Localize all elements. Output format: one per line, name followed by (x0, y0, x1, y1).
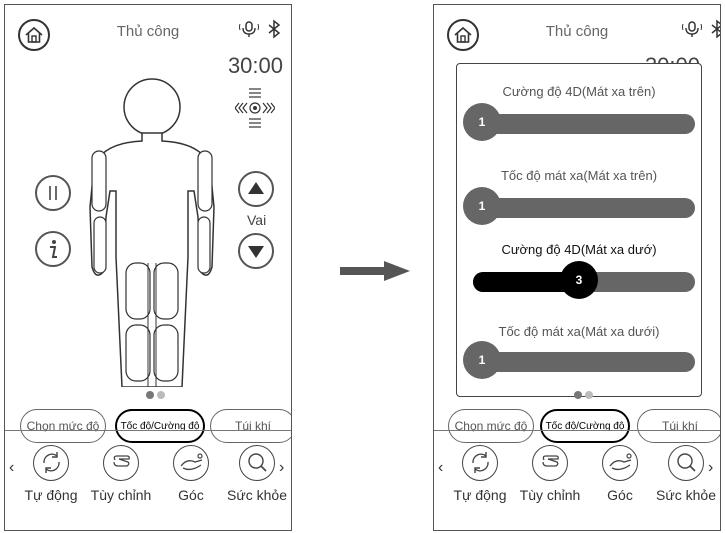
recline-icon (608, 453, 632, 471)
slider-knob[interactable]: 1 (463, 341, 501, 379)
info-icon (50, 240, 57, 258)
slider-knob[interactable]: 1 (463, 103, 501, 141)
tab-level[interactable]: Chọn mức độ (448, 409, 534, 443)
hand-icon (541, 455, 559, 467)
status-icons (682, 19, 720, 39)
slider-knob[interactable]: 3 (560, 261, 598, 299)
screen-manual: Thủ công 30:00 Vai Chọn mức độ Tốc độ/Cư… (4, 4, 292, 531)
recline-icon (179, 453, 203, 471)
triangle-up-icon (248, 182, 264, 194)
slider-knob[interactable]: 1 (463, 187, 501, 225)
nav-bar: ‹ Tự động Tùy chỉnh Góc Sức khỏe › (5, 445, 291, 525)
page-dots (574, 391, 593, 399)
info-button[interactable] (35, 231, 71, 267)
nav-prev-arrow[interactable]: ‹ (438, 459, 443, 477)
nav-label: Tùy chỉnh (519, 487, 581, 503)
nav-bar: ‹ Tự động Tùy chỉnh Góc Sức khỏe › (434, 445, 720, 525)
pause-button[interactable] (35, 175, 71, 211)
nav-next-arrow[interactable]: › (708, 459, 713, 477)
nav-health[interactable]: Sức khỏe (656, 445, 716, 503)
page-dot[interactable] (157, 391, 165, 399)
page-title: Thủ công (545, 23, 609, 40)
transition-arrow-icon (340, 261, 410, 281)
body-figure (89, 78, 215, 387)
bluetooth-icon (268, 19, 281, 39)
nav-angle[interactable]: Góc (590, 445, 650, 503)
slider-label: Cường độ 4D(Mát xa trên) (502, 84, 656, 99)
hand-icon (112, 455, 130, 467)
auto-icon (471, 452, 489, 473)
page-dot[interactable] (574, 391, 582, 399)
bluetooth-icon (711, 19, 720, 39)
page-dots (146, 391, 165, 399)
magnifier-icon (247, 453, 267, 472)
nav-label: Sức khỏe (656, 487, 716, 503)
slider-lower-massage-speed[interactable]: 1 (463, 341, 695, 379)
tab-airbag[interactable]: Túi khí (210, 409, 291, 443)
slider-label: Cường độ 4D(Mát xa dướ) (501, 242, 657, 257)
slider-label: Tốc độ mát xa(Mát xa trên) (500, 168, 658, 183)
slider-lower-4d-intensity[interactable]: 3 (473, 261, 695, 299)
auto-icon (42, 452, 60, 473)
tab-speed-intensity[interactable]: Tốc độ/Cường độ (540, 409, 630, 443)
position-up-button[interactable] (238, 171, 274, 207)
nav-angle[interactable]: Góc (161, 445, 221, 503)
pause-icon (49, 186, 57, 200)
nav-prev-arrow[interactable]: ‹ (9, 459, 14, 477)
speed-intensity-panel: Cường độ 4D(Mát xa trên) 1 Tốc độ mát xa… (456, 63, 702, 397)
timer: 30:00 (227, 53, 283, 78)
slider-upper-massage-speed[interactable]: 1 (463, 187, 695, 225)
tab-speed-intensity[interactable]: Tốc độ/Cường độ (115, 409, 205, 443)
nav-label: Tự động (24, 487, 78, 503)
tab-airbag[interactable]: Túi khí (637, 409, 720, 443)
nav-auto[interactable]: Tự động (450, 445, 510, 503)
screen-speed-intensity: Thủ công 30:00 Cường độ 4D(Mát xa trên) … (433, 4, 721, 531)
divider (5, 430, 291, 431)
page-dot[interactable] (585, 391, 593, 399)
divider (434, 430, 720, 431)
nav-auto[interactable]: Tự động (21, 445, 81, 503)
nav-custom[interactable]: Tùy chỉnh (91, 445, 151, 503)
nav-custom[interactable]: Tùy chỉnh (520, 445, 580, 503)
nav-label: Sức khỏe (227, 487, 287, 503)
microphone-icon (239, 21, 259, 37)
slider-upper-4d-intensity[interactable]: 1 (463, 103, 695, 141)
nav-label: Tùy chỉnh (90, 487, 152, 503)
microphone-icon (682, 21, 702, 37)
position-down-button[interactable] (238, 233, 274, 269)
nav-next-arrow[interactable]: › (279, 459, 284, 477)
triangle-down-icon (248, 246, 264, 258)
tab-level[interactable]: Chọn mức độ (20, 409, 106, 443)
page-dot[interactable] (146, 391, 154, 399)
magnifier-icon (676, 453, 696, 472)
nav-label: Tự động (453, 487, 507, 503)
slider-label: Tốc độ mát xa(Mát xa dưới) (498, 324, 660, 339)
nav-health[interactable]: Sức khỏe (227, 445, 287, 503)
massage-head-icon (235, 88, 275, 128)
position-label: Vai (247, 212, 267, 228)
status-icons (239, 19, 281, 39)
